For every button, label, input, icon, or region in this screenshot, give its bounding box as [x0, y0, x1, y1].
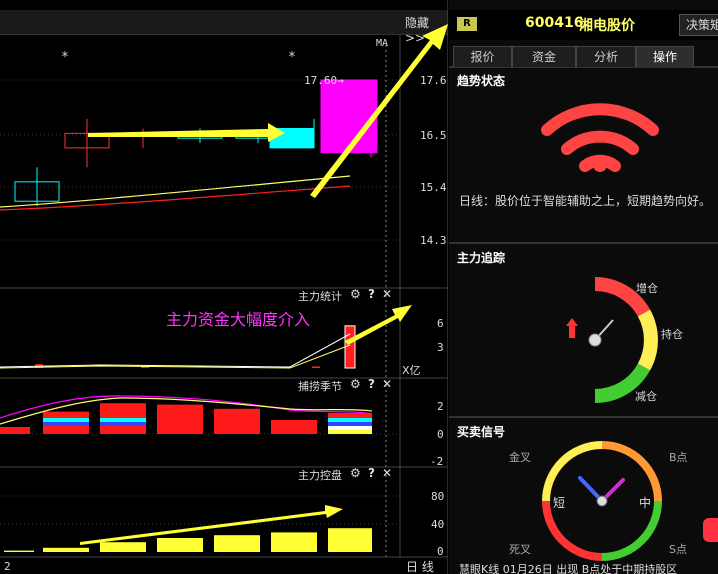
trend-title: 趋势状态: [457, 74, 506, 88]
high-price-label: 17.60→: [304, 74, 344, 87]
decision-button[interactable]: 决策矩: [679, 14, 718, 36]
tab-quote[interactable]: 报价: [453, 46, 512, 67]
short-label: 短: [553, 496, 566, 510]
price-tick: 16.5: [420, 129, 447, 142]
star-marker-1: *: [61, 50, 69, 65]
price-tick: 14.3: [420, 234, 447, 247]
side-badge-icon[interactable]: [703, 518, 718, 542]
divider: [449, 416, 718, 418]
annotation-text: 主力资金大幅度介入: [166, 310, 311, 329]
panel2-stripe: [328, 426, 372, 430]
price-tick: 15.4: [420, 181, 447, 194]
death-cross-label: 死叉: [509, 543, 531, 556]
panel1-tick: 3: [437, 341, 444, 354]
tab-operation[interactable]: 操作: [636, 46, 694, 67]
ma-label: MA: [376, 38, 389, 49]
panel3-bar: [328, 528, 372, 552]
panel3-bar: [157, 538, 203, 552]
candle-body: [320, 79, 378, 154]
gear-icon[interactable]: ⚙: [350, 287, 361, 301]
stock-name: 湘电股价: [579, 18, 635, 34]
close-icon[interactable]: ✕: [382, 377, 392, 391]
kline-chart-area[interactable]: 隐藏>> * * MA 17.60→ 17.6 16.5 15.4 14.3 主…: [0, 0, 448, 574]
trend-text: 日线：股价位于智能辅助之上，短期趋势向好。: [459, 194, 712, 208]
signal-bottom-text: 慧眼K线 01月26日 出现 B点处于中期持股区: [459, 563, 678, 574]
panel2-stripe: [328, 422, 372, 426]
panel2-tick: 2: [437, 400, 444, 413]
tab-funds[interactable]: 资金: [512, 46, 576, 67]
gear-icon[interactable]: ⚙: [350, 466, 361, 480]
panel2-bar: [271, 420, 317, 434]
panel2-stripe: [100, 422, 146, 426]
panel2-stripe: [43, 418, 89, 422]
gauge-hold-label: 持仓: [661, 328, 683, 341]
panel2-bar: [214, 408, 260, 434]
tracking-title: 主力追踪: [457, 251, 506, 265]
help-icon[interactable]: ?: [368, 287, 375, 301]
gauge-reduce-label: 减仓: [635, 390, 657, 403]
stock-code: 600416: [525, 15, 584, 31]
panel3-tick: 40: [431, 518, 445, 531]
panel2-bar: [0, 427, 30, 434]
price-tick: 17.6: [420, 74, 447, 87]
help-icon[interactable]: ?: [368, 377, 375, 391]
close-icon[interactable]: ✕: [382, 466, 392, 480]
gauge-add-label: 增仓: [636, 282, 658, 295]
panel2-stripe: [328, 430, 372, 434]
panel1-title: 主力统计: [298, 290, 342, 303]
s-point-label: S点: [669, 543, 687, 556]
panel3-tick: 0: [437, 545, 444, 558]
info-panel: R 600416 湘电股价 决策矩 报价 资金 分析 操作 趋势状态 日线：股价…: [449, 0, 718, 574]
ma-line-yellow: [0, 175, 351, 208]
wifi-signal-icon: [541, 103, 659, 172]
panel1-unit: X亿: [402, 364, 421, 377]
bottom-index: 2: [4, 560, 11, 573]
panel1-white-line: [0, 333, 351, 368]
panel2-stripe: [43, 422, 89, 426]
panel2-tick: -2: [430, 455, 444, 468]
mid-label: 中: [639, 496, 652, 510]
panel2-bar: [157, 404, 203, 434]
panel1-tick: 6: [437, 317, 444, 330]
r-badge[interactable]: R: [457, 17, 477, 31]
divider: [449, 242, 718, 244]
panel1-bar: [312, 366, 320, 368]
chart-svg: [0, 0, 448, 574]
panel3-title: 主力控盘: [298, 469, 342, 482]
gear-icon[interactable]: ⚙: [350, 377, 361, 391]
panel3-bar: [214, 535, 260, 552]
close-icon[interactable]: ✕: [382, 287, 392, 301]
panel3-bar: [4, 550, 34, 552]
tab-analysis[interactable]: 分析: [576, 46, 636, 67]
up-arrow-icon: [566, 318, 578, 338]
panel2-stripe: [100, 418, 146, 422]
panel2-stripe: [328, 418, 372, 422]
panel3-bar: [43, 547, 89, 552]
signal-title: 买卖信号: [457, 425, 506, 439]
panel1-yellow-line: [0, 344, 351, 369]
b-point-label: B点: [669, 451, 688, 464]
panel2-title: 捕捞季节: [298, 380, 342, 393]
star-marker-2: *: [288, 50, 296, 65]
panel2-tick: 0: [437, 428, 444, 441]
panel3-bar: [100, 542, 146, 552]
panel3-tick: 80: [431, 490, 445, 503]
panel1-bar: [344, 325, 356, 369]
period-label[interactable]: 日 线: [406, 558, 434, 574]
ma-line-red: [0, 185, 351, 211]
panel3-bar: [271, 532, 317, 552]
gold-cross-label: 金叉: [509, 451, 531, 464]
help-icon[interactable]: ?: [368, 466, 375, 480]
